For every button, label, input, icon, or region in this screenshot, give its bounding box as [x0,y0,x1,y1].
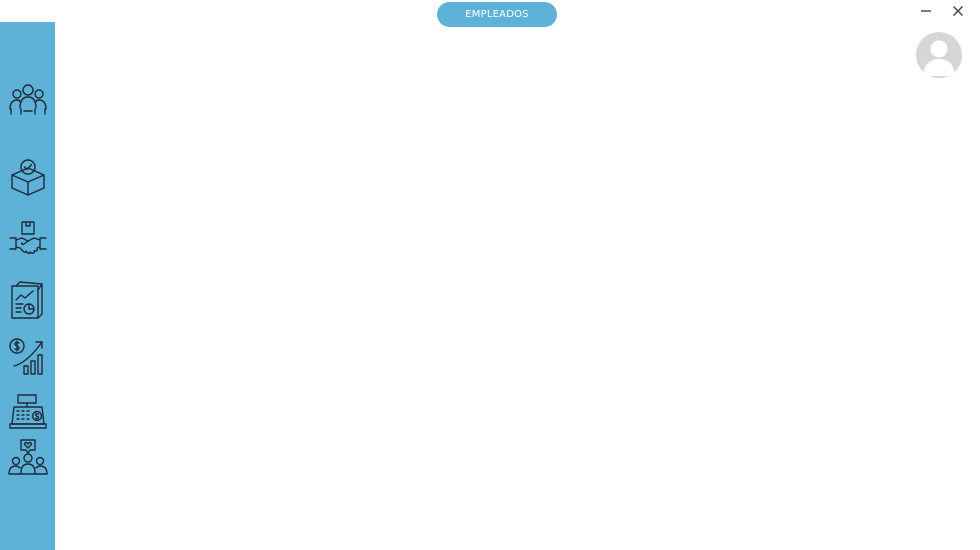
sidebar [0,22,55,550]
sidebar-item-customers[interactable] [4,433,52,481]
close-button[interactable] [948,2,968,20]
team-group-icon [9,84,47,115]
sidebar-item-cash-register[interactable] [4,387,52,435]
cash-register-icon [9,394,47,429]
minimize-icon [921,10,931,12]
close-icon [953,6,963,16]
sidebar-item-suppliers[interactable] [4,215,52,263]
main-content [55,22,980,550]
box-check-icon [11,159,45,196]
sidebar-item-finance[interactable] [4,332,52,380]
minimize-button[interactable] [916,2,936,20]
sidebar-item-employees[interactable] [4,74,52,122]
money-growth-icon [9,338,43,375]
handshake-box-icon [9,221,47,255]
customers-heart-icon [8,439,48,475]
app-window: EMPLEADOS [0,0,980,550]
report-chart-icon [11,281,43,319]
sidebar-item-reports[interactable] [4,276,52,324]
sidebar-item-products[interactable] [4,153,52,201]
